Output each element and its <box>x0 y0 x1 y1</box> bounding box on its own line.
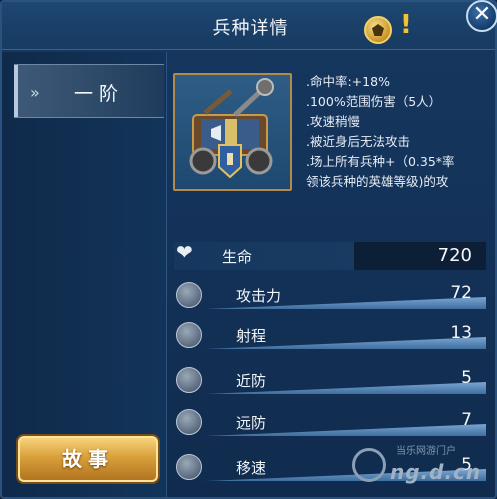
unit-details-panel: 兵种详情 ! » 一阶 .命中率:+18% .100%范围伤害（5人） .攻速稍… <box>0 0 497 499</box>
stat-name: 攻击力 <box>236 287 282 305</box>
speed-boot-icon <box>176 454 202 480</box>
description-line: .被近身后无法攻击 <box>306 134 410 149</box>
stat-name: 生命 <box>222 248 253 266</box>
sidebar: » 一阶 <box>2 52 167 497</box>
stat-name: 近防 <box>236 372 267 390</box>
close-button[interactable]: ✕ <box>466 0 497 32</box>
catapult-icon <box>189 78 274 179</box>
header-bar: 兵种详情 ! <box>2 2 495 50</box>
watermark-logo-icon <box>352 448 386 482</box>
stat-value: 5 <box>461 368 472 388</box>
stat-value: 720 <box>437 245 472 266</box>
stat-value: 13 <box>450 323 472 343</box>
description-line: 领该兵种的英雄等级)的攻 <box>306 174 449 189</box>
watermark: 当乐网游门户 ng.d.cn <box>346 440 495 497</box>
melee-armor-icon <box>176 367 202 393</box>
stat-name: 远防 <box>236 414 267 432</box>
description-line: .场上所有兵种+（0.35*率 <box>306 154 455 169</box>
stat-row-hp: ❤ 生命 720 <box>174 240 486 270</box>
description-line: .100%范围伤害（5人） <box>306 94 442 109</box>
stat-name: 移速 <box>236 459 267 477</box>
stat-name: 射程 <box>236 327 267 345</box>
stat-row-range: 射程 13 <box>174 322 486 350</box>
ranged-shield-icon <box>176 409 202 435</box>
heart-icon: ❤ <box>176 240 193 264</box>
stat-row-ranged-defense: 远防 7 <box>174 409 486 437</box>
description-line: .攻速稍慢 <box>306 114 360 129</box>
description-line: .命中率:+18% <box>306 74 390 89</box>
stat-row-attack: 攻击力 72 <box>174 282 486 310</box>
tier-tab-label: 一阶 <box>74 83 125 105</box>
double-chevron-icon: » <box>30 83 40 102</box>
hp-value-box: 720 <box>354 242 486 270</box>
window-title: 兵种详情 <box>212 18 289 39</box>
unit-description: .命中率:+18% .100%范围伤害（5人） .攻速稍慢 .被近身后无法攻击 … <box>306 72 495 192</box>
stat-row-melee-defense: 近防 5 <box>174 367 486 395</box>
watermark-tagline: 当乐网游门户 <box>396 446 456 457</box>
stat-value: 7 <box>461 410 472 430</box>
tier-tab-one[interactable]: » 一阶 <box>14 64 164 118</box>
info-badge-icon[interactable] <box>364 16 392 44</box>
watermark-domain: ng.d.cn <box>390 460 482 484</box>
stat-value: 72 <box>450 283 472 303</box>
alert-exclamation-icon: ! <box>400 10 412 40</box>
crossed-swords-icon <box>176 282 202 308</box>
target-icon <box>176 322 202 348</box>
unit-portrait <box>173 73 292 191</box>
story-button[interactable]: 故事 <box>18 436 158 482</box>
